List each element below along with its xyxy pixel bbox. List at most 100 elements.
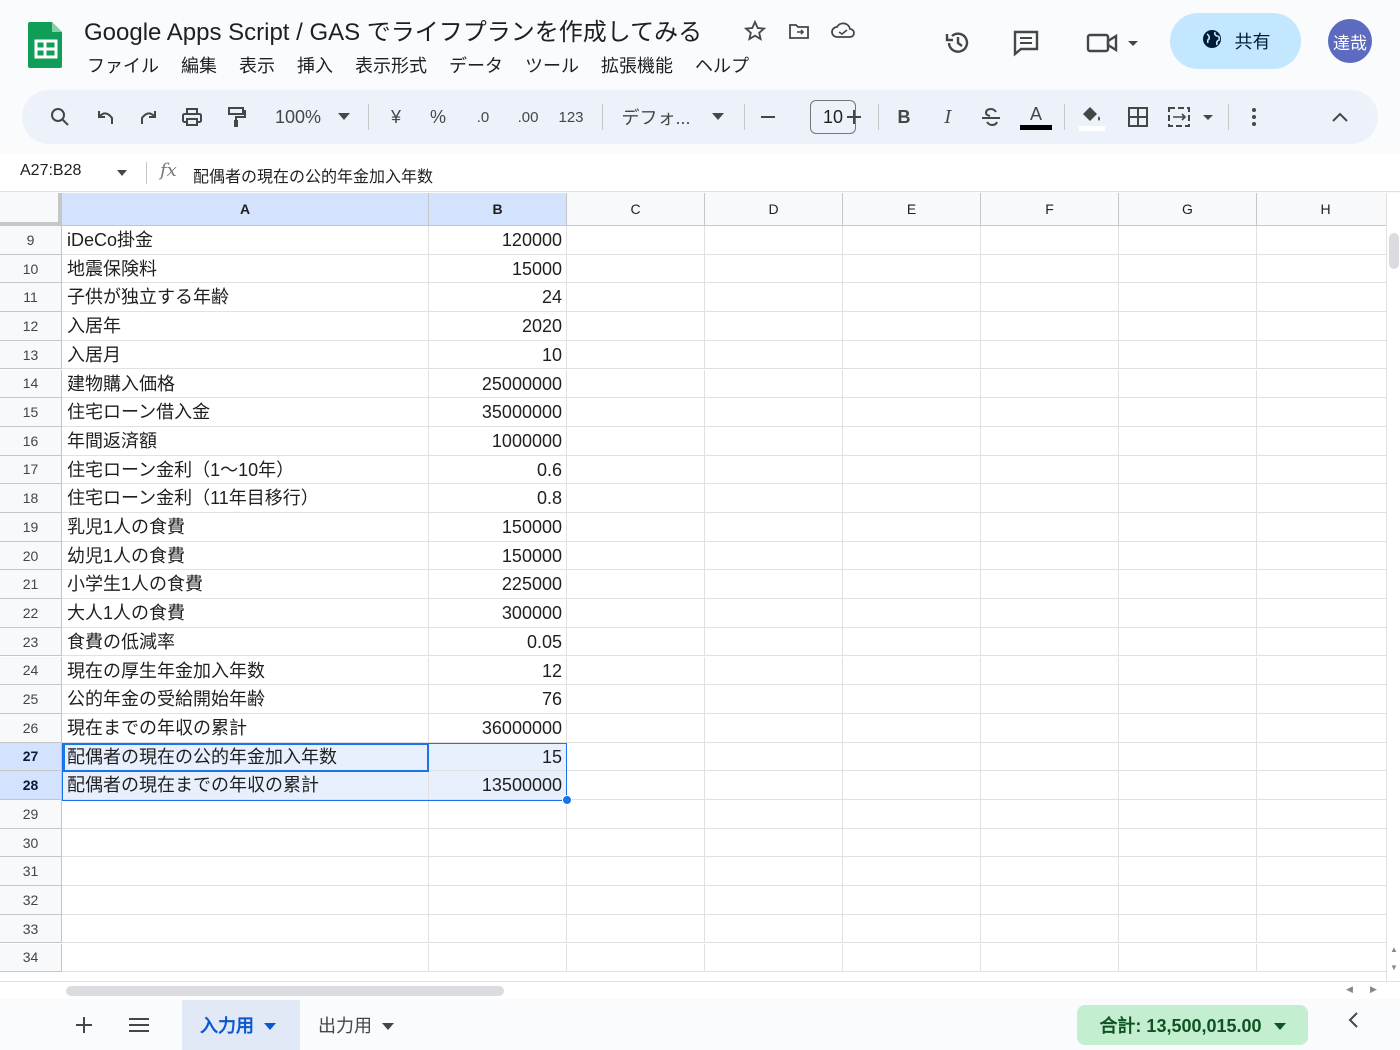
menu-file[interactable]: ファイル: [76, 50, 170, 80]
row-header[interactable]: 13: [0, 340, 62, 370]
grid-cell[interactable]: [705, 283, 843, 313]
grid-cell[interactable]: [62, 943, 429, 973]
grid-cell[interactable]: 食費の低減率: [62, 627, 429, 657]
menu-view[interactable]: 表示: [228, 50, 286, 80]
grid-cell[interactable]: [981, 254, 1119, 284]
borders-icon[interactable]: [1122, 90, 1154, 144]
row-header[interactable]: 33: [0, 914, 62, 944]
cloud-status-icon[interactable]: [828, 16, 858, 46]
grid-cell[interactable]: [567, 857, 705, 887]
horizontal-scrollbar[interactable]: ◀ ▶: [0, 981, 1400, 999]
grid-cell[interactable]: [1119, 513, 1257, 542]
grid-cell[interactable]: [843, 570, 981, 600]
grid-cell[interactable]: [567, 513, 705, 542]
grid-cell[interactable]: [981, 541, 1119, 571]
grid-cell[interactable]: [705, 713, 843, 743]
grid-cell[interactable]: [981, 369, 1119, 399]
grid-cell[interactable]: [843, 340, 981, 370]
grid-cell[interactable]: [1257, 944, 1386, 973]
menu-edit[interactable]: 編集: [170, 50, 228, 80]
decrease-font-size-icon[interactable]: [756, 90, 780, 144]
row-header[interactable]: 24: [0, 656, 62, 686]
row-header[interactable]: 17: [0, 455, 62, 485]
grid-cell[interactable]: [429, 886, 567, 915]
grid-cell[interactable]: [1257, 542, 1386, 571]
grid-cell[interactable]: [1257, 800, 1386, 829]
grid-cell[interactable]: 現在の厚生年金加入年数: [62, 656, 429, 686]
grid-cell[interactable]: [567, 312, 705, 341]
grid-cell[interactable]: [843, 455, 981, 485]
grid-cell[interactable]: [843, 685, 981, 714]
version-history-icon[interactable]: [936, 18, 980, 68]
grid-cell[interactable]: [705, 886, 843, 915]
menu-tools[interactable]: ツール: [514, 50, 590, 80]
grid-cell[interactable]: [567, 283, 705, 313]
menu-help[interactable]: ヘルプ: [684, 50, 760, 80]
grid-cell[interactable]: 住宅ローン金利（1〜10年）: [62, 455, 429, 485]
grid-cell[interactable]: [567, 828, 705, 858]
column-header-a[interactable]: A: [62, 193, 429, 226]
grid-cell[interactable]: [705, 369, 843, 399]
grid-cell[interactable]: [705, 226, 843, 255]
redo-icon[interactable]: [132, 90, 164, 144]
grid-cell[interactable]: [567, 340, 705, 370]
grid-cell[interactable]: [567, 685, 705, 714]
grid-cell[interactable]: 15000: [429, 254, 567, 284]
grid-cell[interactable]: [705, 742, 843, 772]
grid-cell[interactable]: [62, 914, 429, 944]
grid-cell[interactable]: [981, 943, 1119, 973]
grid-cell[interactable]: [429, 914, 567, 944]
grid-cell[interactable]: [843, 656, 981, 686]
row-header[interactable]: 19: [0, 513, 62, 542]
grid-cell[interactable]: [1257, 341, 1386, 370]
grid-cell[interactable]: [1119, 599, 1257, 628]
grid-cell[interactable]: [1257, 312, 1386, 341]
grid-cell[interactable]: [981, 426, 1119, 456]
menu-data[interactable]: データ: [438, 50, 514, 80]
row-header[interactable]: 20: [0, 541, 62, 571]
grid-cell[interactable]: [1257, 857, 1386, 887]
grid-cell[interactable]: [1257, 743, 1386, 772]
menu-format[interactable]: 表示形式: [344, 50, 438, 80]
grid-cell[interactable]: [981, 599, 1119, 628]
paint-format-icon[interactable]: [220, 90, 252, 144]
grid-cell[interactable]: [843, 369, 981, 399]
grid-cell[interactable]: [843, 800, 981, 829]
grid-cell[interactable]: [1119, 943, 1257, 973]
font-dropdown-icon[interactable]: [708, 90, 728, 144]
grid-cell[interactable]: [1119, 857, 1257, 887]
grid-cell[interactable]: [981, 283, 1119, 313]
grid-cell[interactable]: [981, 226, 1119, 255]
merge-cells-icon[interactable]: [1166, 90, 1218, 144]
grid-cell[interactable]: 小学生1人の食費: [62, 570, 429, 600]
grid-cell[interactable]: [981, 570, 1119, 600]
grid-cell[interactable]: [705, 312, 843, 341]
grid-cell[interactable]: 幼児1人の食費: [62, 541, 429, 571]
menu-insert[interactable]: 挿入: [286, 50, 344, 80]
grid-cell[interactable]: [981, 340, 1119, 370]
row-header[interactable]: 28: [0, 771, 62, 800]
grid-cell[interactable]: [1119, 685, 1257, 714]
grid-cell[interactable]: 0.05: [429, 627, 567, 657]
print-icon[interactable]: [176, 90, 208, 144]
grid-cell[interactable]: [981, 513, 1119, 542]
increase-font-size-icon[interactable]: [842, 90, 866, 144]
grid-cell[interactable]: [1119, 426, 1257, 456]
grid-cell[interactable]: [567, 426, 705, 456]
grid-cell[interactable]: [843, 426, 981, 456]
grid-cell[interactable]: [705, 857, 843, 887]
grid-cell[interactable]: [843, 713, 981, 743]
grid-cell[interactable]: 現在までの年収の累計: [62, 713, 429, 743]
more-options-icon[interactable]: [1242, 90, 1266, 144]
grid-cell[interactable]: [981, 656, 1119, 686]
grid-cell[interactable]: [843, 599, 981, 628]
fill-handle[interactable]: [562, 795, 572, 805]
collapse-side-panel-icon[interactable]: [1346, 1010, 1360, 1036]
more-formats-button[interactable]: 123: [554, 90, 588, 144]
grid-cell[interactable]: 入居月: [62, 340, 429, 370]
grid-cell[interactable]: iDeCo掛金: [62, 226, 429, 255]
row-header[interactable]: 15: [0, 398, 62, 427]
grid-cell[interactable]: [705, 570, 843, 600]
star-icon[interactable]: [740, 16, 770, 46]
grid-cell[interactable]: [1257, 886, 1386, 915]
